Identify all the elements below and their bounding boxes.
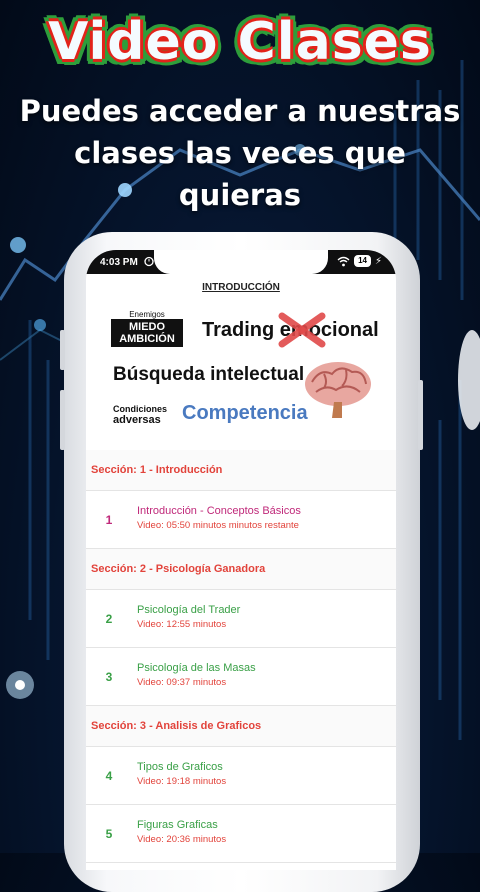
volume-button [60, 330, 65, 370]
lesson-title: Psicología de las Masas [137, 662, 256, 674]
video-miedo-text: MIEDO [128, 321, 166, 333]
promo-subtitle: Puedes acceder a nuestras clases las vec… [0, 90, 480, 216]
video-chapter-label: INTRODUCCIÓN [202, 282, 280, 293]
lesson-duration: Video: 19:18 minutos [137, 776, 227, 787]
lesson-duration: Video: 05:50 minutos minutos restante [137, 520, 299, 531]
phone-screen: 4:03 PM 14 ⚡ INTRODUCCIÓN Enemigos MIEDO… [86, 250, 396, 870]
power-button [60, 390, 65, 450]
camera-notch [154, 250, 328, 274]
brain-icon [305, 362, 371, 418]
status-bar: 4:03 PM 14 ⚡ [86, 250, 396, 274]
promo-subtitle-line: quieras [178, 178, 302, 212]
status-icons: 14 ⚡ [337, 255, 382, 267]
battery-level: 14 [354, 255, 371, 267]
lesson-item[interactable]: 2 Psicología del Trader Video: 12:55 min… [86, 590, 396, 648]
lesson-number: 5 [105, 827, 113, 841]
red-cross-icon [278, 312, 326, 348]
video-competencia-text: Competencia [182, 402, 308, 424]
promo-title: Video Clases [48, 12, 432, 72]
video-enemigos-box: MIEDO AMBICIÓN [111, 319, 183, 347]
wifi-icon [337, 256, 350, 266]
video-condiciones-block: Condiciones adversas [113, 404, 167, 426]
lesson-item[interactable]: 5 Figuras Graficas Video: 20:36 minutos [86, 805, 396, 863]
status-time: 4:03 PM [100, 257, 138, 268]
video-adversas-text: adversas [113, 414, 161, 426]
charging-icon: ⚡ [374, 255, 382, 267]
promo-subtitle-line: clases las veces que [74, 136, 406, 170]
video-ambicion-text: AMBICIÓN [119, 333, 175, 345]
video-player[interactable]: INTRODUCCIÓN Enemigos MIEDO AMBICIÓN Tra… [98, 274, 384, 450]
lesson-number: 4 [105, 769, 113, 783]
lesson-list: Sección: 1 - Introducción 1 Introducción… [86, 450, 396, 870]
section-header: Sección: 2 - Psicología Ganadora [86, 549, 396, 590]
side-button [418, 380, 423, 450]
lesson-number: 1 [105, 513, 113, 527]
section-header: Sección: 3 - Analisis de Graficos [86, 706, 396, 747]
section-header: Sección: 1 - Introducción [86, 450, 396, 491]
video-enemigos-label: Enemigos [129, 310, 165, 319]
video-enemigos-block: Enemigos MIEDO AMBICIÓN [111, 310, 183, 347]
lesson-item[interactable]: 3 Psicología de las Masas Video: 09:37 m… [86, 648, 396, 706]
video-busqueda-text: Búsqueda intelectual [113, 364, 305, 385]
lesson-number: 3 [105, 670, 113, 684]
lesson-title: Figuras Graficas [137, 819, 218, 831]
lesson-duration: Video: 12:55 minutos [137, 619, 227, 630]
lesson-title: Introducción - Conceptos Básicos [137, 505, 301, 517]
lesson-number: 2 [105, 612, 113, 626]
lesson-title: Tipos de Graficos [137, 761, 223, 773]
promo-subtitle-line: Puedes acceder a nuestras [19, 94, 461, 128]
lesson-duration: Video: 09:37 minutos [137, 677, 227, 688]
lesson-title: Psicología del Trader [137, 604, 241, 616]
lesson-item[interactable]: 1 Introducción - Conceptos Básicos Video… [86, 491, 396, 549]
lesson-item[interactable]: 4 Tipos de Graficos Video: 19:18 minutos [86, 747, 396, 805]
lesson-duration: Video: 20:36 minutos [137, 834, 227, 845]
